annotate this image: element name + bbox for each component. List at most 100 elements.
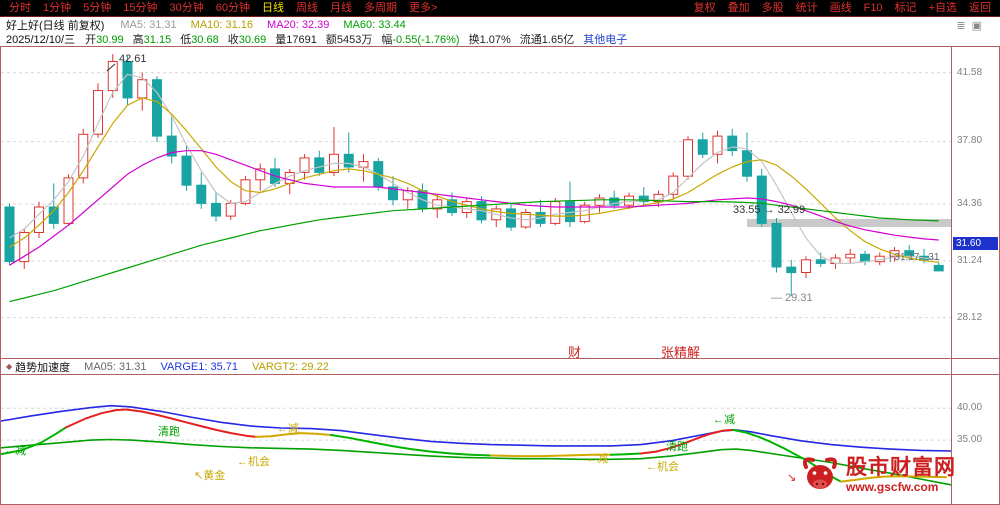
y-axis-label: 34.36 — [957, 198, 982, 209]
toolbar-tool-item-2[interactable]: 多股 — [756, 0, 790, 16]
indicator-annotation-6: ←机会 — [646, 459, 679, 473]
list-icon[interactable]: ≣ — [956, 20, 971, 32]
watermark-url: www.gscfw.com — [846, 480, 956, 495]
info-field-label-8: 流通 — [520, 34, 542, 46]
watermark: 股市财富网 www.gscfw.com — [800, 448, 998, 502]
ma-label-1: MA10: 31.16 — [191, 19, 253, 31]
toolbar-tool-item-5[interactable]: F10 — [858, 0, 889, 16]
info-fields: 开30.99 高31.15 低30.68 收30.69 量17691 额5453万幅-0.… — [85, 31, 636, 47]
info-field-8: 流通1.65亿 — [520, 34, 574, 46]
indicator-header: ◆ 趋势加速度 MA05: 31.31 VARGE1: 35.71 VARGT2: … — [1, 358, 999, 375]
info-field-value-8: 1.65亿 — [542, 34, 574, 46]
info-field-label-0: 开 — [85, 34, 96, 46]
ma-label-0: MA5: 31.31 — [120, 19, 176, 31]
indicator-annotation-5: ←减 — [586, 452, 608, 465]
info-field-value-7: 1.07% — [480, 34, 511, 46]
toolbar-period-item-0[interactable]: 分时 — [3, 0, 37, 16]
info-field-2: 低30.68 — [180, 34, 219, 46]
title-icons: ≣▣ — [956, 19, 988, 32]
info-field-1: 高31.15 — [133, 34, 172, 46]
toolbar-period-item-10[interactable]: 更多> — [403, 0, 443, 16]
toolbar-period-item-4[interactable]: 30分钟 — [164, 0, 210, 16]
current-price-marker: 31.60 — [953, 237, 998, 250]
chart-annotation-3: 财 — [568, 345, 581, 358]
indicator-annotation-3: ←机会 — [237, 454, 270, 468]
info-field-9: 其他电子 — [583, 34, 627, 46]
ma-line-MA5 — [10, 74, 939, 263]
toolbar-tool-item-4[interactable]: 画线 — [824, 0, 858, 16]
toolbar-tool-item-7[interactable]: +自选 — [923, 0, 963, 16]
indicator-field-2: VARGT2: 29.22 — [252, 361, 329, 373]
toolbar-tool-item-8[interactable]: 返回 — [963, 0, 997, 16]
watermark-site-name: 股市财富网 — [846, 456, 956, 480]
indicator-field-0: MA05: 31.31 — [84, 361, 146, 373]
info-field-label-2: 低 — [180, 34, 191, 46]
bull-logo-icon — [800, 454, 840, 496]
window-icon[interactable]: ▣ — [972, 20, 988, 32]
toolbar-tool-item-0[interactable]: 复权 — [688, 0, 722, 16]
info-field-3: 收30.69 — [228, 34, 267, 46]
indicator-annotation-1: 清跑 — [158, 424, 180, 438]
info-field-value-0: 30.99 — [96, 34, 124, 46]
info-field-value-9: 其他电子 — [583, 34, 627, 46]
info-field-value-2: 30.68 — [191, 34, 219, 46]
info-field-value-6: -0.55(-1.76%) — [392, 34, 459, 46]
candles-layer — [5, 54, 943, 296]
toolbar-period-item-7[interactable]: 周线 — [290, 0, 324, 16]
info-field-value-4: 17691 — [286, 34, 317, 46]
y-axis-label: 31.24 — [957, 255, 982, 266]
info-field-label-5: 额 — [326, 34, 337, 46]
y-axis: 41.58 37.80 34.36 31.60 31.24 28.12 40.00 35.00 — [952, 46, 1000, 505]
chart-annotation-1: 33.55 → 32.99 — [733, 204, 805, 216]
indicator-annotation-9: ↘ — [787, 472, 796, 484]
info-field-7: 换1.07% — [469, 34, 511, 46]
indicator-annotation-8: ←减 — [713, 413, 735, 426]
indicator-annotation-2: ←减 — [277, 422, 299, 435]
title-row: 好上好(日线 前复权) MA5: 31.31MA10: 31.16MA20: 3… — [0, 18, 1000, 32]
watermark-text: 股市财富网 www.gscfw.com — [846, 456, 956, 495]
main-candlestick-chart[interactable]: 42.6133.55 → 32.99— 29.31财张精解| 31.17 - 3… — [1, 47, 951, 358]
ma-label-3: MA60: 33.44 — [343, 19, 405, 31]
y-axis-label: 37.80 — [957, 135, 982, 146]
y-axis-label: 35.00 — [957, 434, 982, 445]
info-row: 2025/12/10/三 开30.99 高31.15 低30.68 收30.69 量17… — [0, 32, 1000, 46]
chart-annotation-0: 42.61 — [119, 53, 147, 65]
info-field-4: 量17691 — [275, 34, 317, 46]
y-axis-label: 28.12 — [957, 312, 982, 323]
indicator-annotation-0: ←减 — [4, 444, 26, 457]
toolbar-right: 复权叠加多股统计画线F10标记+自选返回 — [688, 0, 997, 16]
indicator-name[interactable]: 趋势加速度 — [15, 359, 70, 375]
ma-labels: MA5: 31.31 MA10: 31.16 MA20: 32.39 MA60: 33… — [120, 19, 419, 31]
toolbar-period-item-8[interactable]: 月线 — [324, 0, 358, 16]
toolbar-tool-item-6[interactable]: 标记 — [889, 0, 923, 16]
toolbar-period-item-2[interactable]: 5分钟 — [77, 0, 117, 16]
info-field-0: 开30.99 — [85, 34, 124, 46]
indicator-annotation-4: ↖黄金 — [194, 468, 225, 482]
info-field-5: 额5453万 — [326, 34, 372, 46]
toolbar-period-item-6[interactable]: 日线 — [256, 0, 290, 16]
y-axis-label: 41.58 — [957, 67, 982, 78]
toolbar-period-item-1[interactable]: 1分钟 — [37, 0, 77, 16]
toolbar-tool-item-1[interactable]: 叠加 — [722, 0, 756, 16]
chart-annotation-5: | 31.17 - 31 — [889, 252, 940, 263]
app-root: 分时1分钟5分钟15分钟30分钟60分钟日线周线月线多周期更多> 复权叠加多股统… — [0, 0, 1000, 505]
chart-annotation-4: 张精解 — [661, 345, 700, 358]
top-toolbar: 分时1分钟5分钟15分钟30分钟60分钟日线周线月线多周期更多> 复权叠加多股统… — [0, 0, 1000, 17]
signal-segment-3 — [331, 435, 491, 456]
indicator-annotation-7: 清跑 — [666, 439, 688, 453]
indicator-icon: ◆ — [6, 362, 12, 371]
info-date: 2025/12/10/三 — [6, 31, 75, 47]
toolbar-period-item-3[interactable]: 15分钟 — [117, 0, 163, 16]
ma-label-2: MA20: 32.39 — [267, 19, 329, 31]
indicator-fields: MA05: 31.31 VARGE1: 35.71 VARGT2: 29.22 — [84, 361, 343, 373]
info-field-label-1: 高 — [133, 34, 144, 46]
toolbar-period-item-5[interactable]: 60分钟 — [210, 0, 256, 16]
indicator-field-1: VARGE1: 35.71 — [161, 361, 238, 373]
info-field-6: 幅-0.55(-1.76%) — [381, 34, 459, 46]
toolbar-period-item-9[interactable]: 多周期 — [358, 0, 403, 16]
info-field-label-4: 量 — [275, 34, 286, 46]
toolbar-tool-item-3[interactable]: 统计 — [790, 0, 824, 16]
signal-segment-5 — [611, 454, 641, 455]
toolbar-left: 分时1分钟5分钟15分钟30分钟60分钟日线周线月线多周期更多> — [3, 0, 443, 16]
y-axis-label: 40.00 — [957, 402, 982, 413]
